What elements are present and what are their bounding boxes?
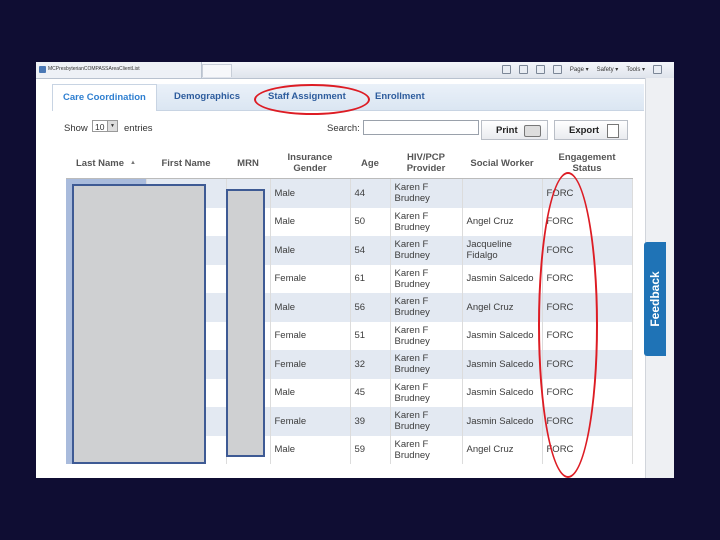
feedback-label: Feedback xyxy=(648,271,662,327)
cell-age: 39 xyxy=(350,407,391,436)
redacted-mrn xyxy=(226,189,265,457)
cell-social-worker: Jasmin Salcedo xyxy=(462,407,543,436)
cell-gender: Female xyxy=(270,321,351,350)
cell-gender: Male xyxy=(270,378,351,407)
column-header-last-name[interactable]: Last Name ▲ xyxy=(66,148,146,179)
column-header-provider[interactable]: HIV/PCP Provider xyxy=(390,148,462,179)
cell-provider: Karen F Brudney xyxy=(390,435,463,464)
tab-demographics[interactable]: Demographics xyxy=(174,84,240,110)
redacted-names xyxy=(72,184,206,464)
cell-age: 32 xyxy=(350,350,391,379)
column-header-label: Last Name xyxy=(75,157,125,169)
tab-care-coordination[interactable]: Care Coordination xyxy=(52,84,157,111)
column-header-first-name[interactable]: First Name xyxy=(146,148,226,179)
browser-toolbar: MCPresbyterianCOMPASSAreaClientList Page… xyxy=(36,62,674,79)
cell-provider: Karen F Brudney xyxy=(390,236,463,265)
cell-age: 50 xyxy=(350,207,391,236)
chevron-down-icon: ▼ xyxy=(107,121,117,131)
help-icon[interactable] xyxy=(653,65,662,74)
cell-gender: Male xyxy=(270,207,351,236)
cell-social-worker: Jasmin Salcedo xyxy=(462,378,543,407)
column-header-mrn[interactable]: MRN xyxy=(226,148,270,179)
new-tab-button[interactable] xyxy=(202,64,232,77)
table-controls: Show 10 ▼ entries Search: Print Export xyxy=(64,118,634,142)
cell-gender: Male xyxy=(270,236,351,265)
annotation-circle-engagement-status xyxy=(538,172,598,478)
cell-social-worker: Angel Cruz xyxy=(462,207,543,236)
favicon-icon xyxy=(39,66,46,73)
show-label: Show xyxy=(64,123,88,134)
browser-tab[interactable]: MCPresbyterianCOMPASSAreaClientList xyxy=(36,62,202,78)
cell-age: 59 xyxy=(350,435,391,464)
cell-age: 54 xyxy=(350,236,391,265)
column-header-age[interactable]: Age xyxy=(350,148,390,179)
home-icon[interactable] xyxy=(501,65,511,74)
browser-tab-title: MCPresbyterianCOMPASSAreaClientList xyxy=(48,66,140,72)
cell-age: 45 xyxy=(350,378,391,407)
tools-menu[interactable]: Tools ▾ xyxy=(626,66,645,73)
cell-gender: Male xyxy=(270,293,351,322)
cell-gender: Male xyxy=(270,178,351,208)
export-button[interactable]: Export xyxy=(554,120,628,140)
entries-select[interactable]: 10 ▼ xyxy=(92,120,118,132)
column-header-insurance-gender[interactable]: Insurance Gender xyxy=(270,148,350,179)
print-button-label: Print xyxy=(496,125,518,136)
cell-gender: Male xyxy=(270,435,351,464)
cell-social-worker: Jasmin Salcedo xyxy=(462,321,543,350)
export-button-label: Export xyxy=(569,125,600,136)
cell-social-worker xyxy=(462,178,543,208)
cell-age: 51 xyxy=(350,321,391,350)
cell-age: 61 xyxy=(350,264,391,293)
tab-enrollment[interactable]: Enrollment xyxy=(375,84,425,110)
search-label: Search: xyxy=(327,123,360,134)
cell-social-worker: Jacqueline Fidalgo xyxy=(462,236,543,265)
print-toolbar-icon[interactable] xyxy=(552,65,562,74)
print-button[interactable]: Print xyxy=(481,120,548,140)
column-header-engagement-status[interactable]: Engagement Status xyxy=(542,148,632,179)
feeds-icon[interactable] xyxy=(518,65,528,74)
cell-gender: Female xyxy=(270,350,351,379)
cell-provider: Karen F Brudney xyxy=(390,378,463,407)
cell-gender: Female xyxy=(270,407,351,436)
spreadsheet-icon xyxy=(607,124,619,138)
cell-provider: Karen F Brudney xyxy=(390,321,463,350)
cell-provider: Karen F Brudney xyxy=(390,293,463,322)
command-bar: Page ▾ Safety ▾ Tools ▾ xyxy=(501,65,662,74)
cell-age: 56 xyxy=(350,293,391,322)
cell-provider: Karen F Brudney xyxy=(390,207,463,236)
cell-provider: Karen F Brudney xyxy=(390,178,463,208)
cell-gender: Female xyxy=(270,264,351,293)
entries-label: entries xyxy=(124,123,153,134)
cell-social-worker: Jasmin Salcedo xyxy=(462,264,543,293)
table-header-row: Last Name ▲ First Name MRN Insurance Gend… xyxy=(66,148,632,179)
cell-provider: Karen F Brudney xyxy=(390,407,463,436)
safety-menu[interactable]: Safety ▾ xyxy=(597,66,619,73)
cell-social-worker: Angel Cruz xyxy=(462,293,543,322)
mail-icon[interactable] xyxy=(535,65,545,74)
cell-provider: Karen F Brudney xyxy=(390,350,463,379)
annotation-circle-staff-assignment xyxy=(254,84,370,115)
column-header-social-worker[interactable]: Social Worker xyxy=(462,148,542,179)
cell-provider: Karen F Brudney xyxy=(390,264,463,293)
cell-age: 44 xyxy=(350,178,391,208)
cell-social-worker: Angel Cruz xyxy=(462,435,543,464)
entries-select-value: 10 xyxy=(95,122,105,132)
cell-social-worker: Jasmin Salcedo xyxy=(462,350,543,379)
search-input[interactable] xyxy=(363,120,479,135)
page-menu[interactable]: Page ▾ xyxy=(570,66,589,73)
printer-icon xyxy=(524,125,541,137)
feedback-tab[interactable]: Feedback xyxy=(644,242,666,356)
sort-ascending-icon: ▲ xyxy=(130,159,136,166)
